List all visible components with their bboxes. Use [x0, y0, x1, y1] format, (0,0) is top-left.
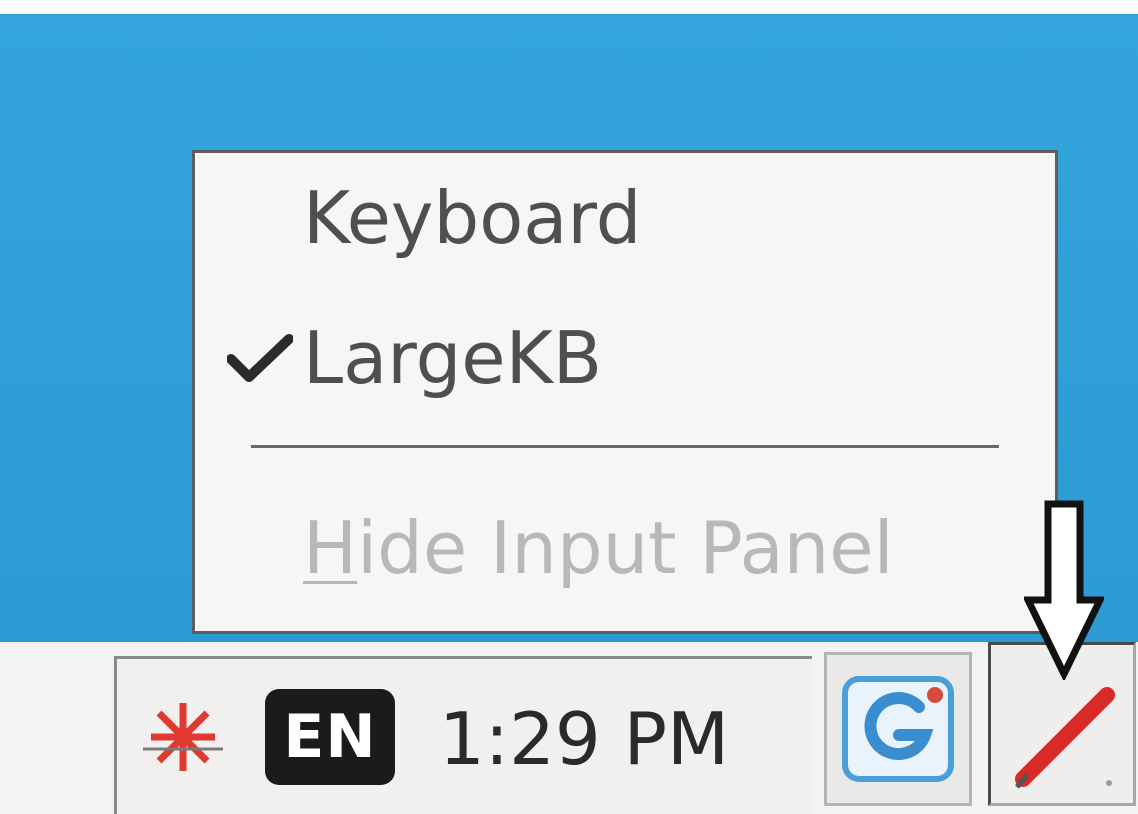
- red-star-icon[interactable]: [143, 697, 223, 777]
- notification-tray: EN 1:29 PM: [114, 656, 812, 814]
- taskbar: EN 1:29 PM: [0, 642, 1138, 814]
- menu-item-largekb[interactable]: LargeKB: [195, 303, 1055, 413]
- mnemonic-letter: H: [303, 506, 358, 590]
- menu-item-keyboard[interactable]: Keyboard: [195, 163, 1055, 273]
- menu-item-label: Hide Input Panel: [303, 493, 894, 603]
- menu-item-label: Keyboard: [303, 176, 642, 260]
- screen: Keyboard LargeKB Hide Input Panel EN 1:2…: [0, 0, 1138, 814]
- down-arrow-icon: [1024, 500, 1104, 680]
- app-button[interactable]: [824, 652, 972, 806]
- input-panel-menu: Keyboard LargeKB Hide Input Panel: [192, 150, 1058, 634]
- menu-item-hide-input-panel[interactable]: Hide Input Panel: [195, 493, 1055, 603]
- menu-item-label: LargeKB: [303, 316, 603, 400]
- pen-icon: [1015, 687, 1115, 789]
- clock[interactable]: 1:29 PM: [439, 689, 729, 789]
- app-g-icon: [842, 676, 954, 782]
- checkmark-icon: [227, 334, 293, 382]
- menu-separator: [251, 445, 999, 448]
- menu-item-label-rest: ide Input Panel: [357, 506, 894, 590]
- language-indicator[interactable]: EN: [265, 689, 395, 785]
